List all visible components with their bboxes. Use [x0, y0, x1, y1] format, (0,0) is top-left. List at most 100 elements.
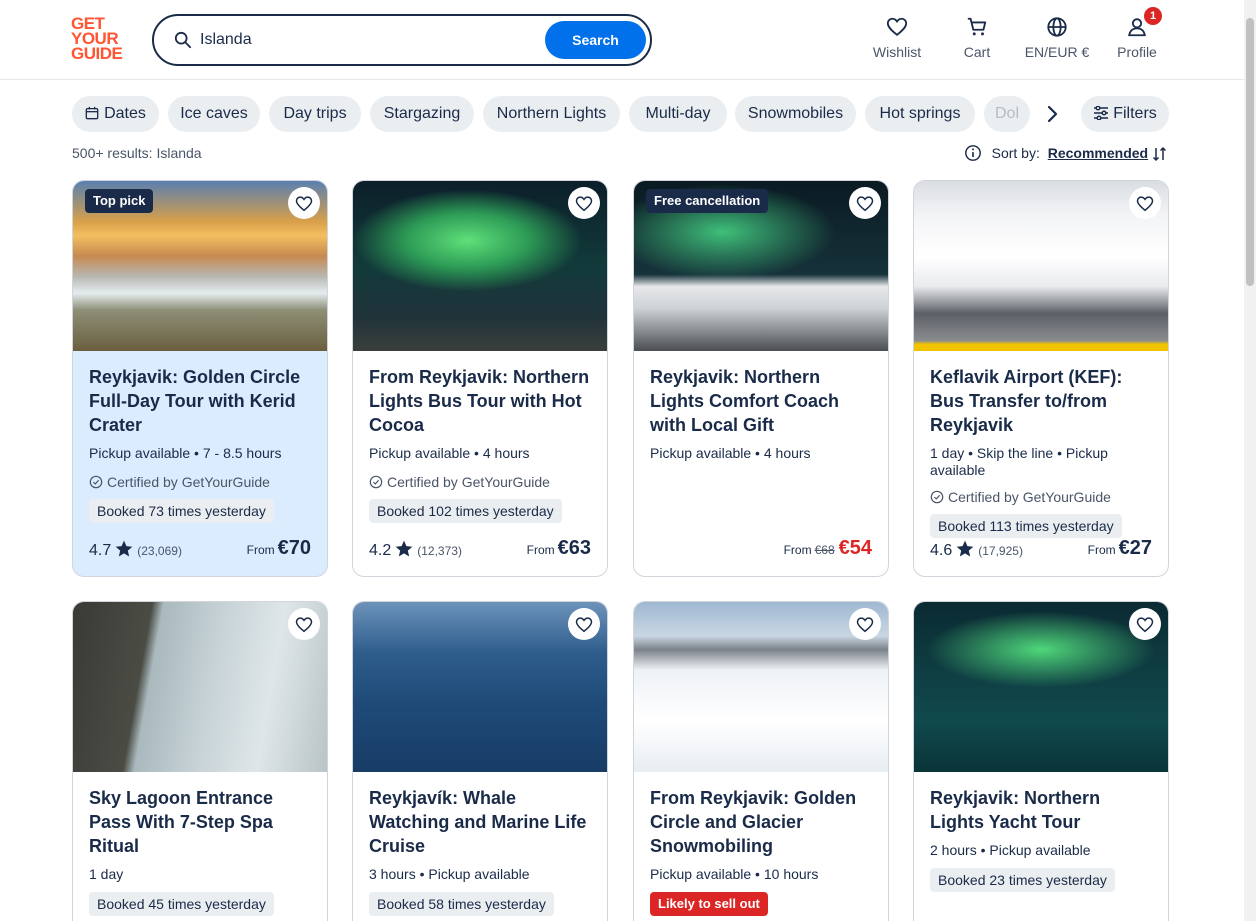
chevron-right-icon[interactable]	[1040, 102, 1064, 126]
heart-icon	[1136, 617, 1154, 633]
profile-link[interactable]: Profile 1	[1115, 7, 1162, 64]
logo-line-3: GUIDE	[71, 44, 123, 63]
wishlist-button[interactable]	[288, 608, 320, 640]
cart-label: Cart	[963, 44, 991, 60]
price-from-label: From	[1087, 543, 1116, 557]
activity-title[interactable]: Reykjavík: Whale Watching and Marine Lif…	[369, 786, 591, 858]
chip-day-trips[interactable]: Day trips	[269, 96, 361, 132]
review-count: (23,069)	[137, 544, 182, 558]
activity-image	[914, 181, 1168, 351]
certified-label: Certified by GetYourGuide	[948, 489, 1111, 505]
price-amount: €27	[1118, 537, 1152, 559]
wishlist-button[interactable]	[1129, 608, 1161, 640]
activity-title[interactable]: Reykjavik: Northern Lights Comfort Coach…	[650, 365, 872, 437]
price: From €63	[527, 537, 591, 560]
cart-link[interactable]: Cart	[957, 16, 997, 64]
certified-label: Certified by GetYourGuide	[387, 474, 550, 490]
search-button[interactable]: Search	[545, 21, 646, 59]
activity-title[interactable]: Keflavik Airport (KEF): Bus Transfer to/…	[930, 365, 1152, 437]
wishlist-button[interactable]	[849, 608, 881, 640]
heart-icon	[295, 196, 313, 212]
price-from-label: From	[783, 543, 812, 557]
search-icon	[174, 31, 192, 49]
check-badge-icon	[369, 475, 383, 489]
activity-image: Top pick	[73, 181, 327, 351]
chip-truncated[interactable]: Dol	[984, 96, 1030, 132]
search-input[interactable]	[200, 28, 540, 52]
page-scrollbar[interactable]	[1244, 0, 1256, 921]
price-from-label: From	[526, 543, 555, 557]
chip-label: Dates	[104, 105, 146, 122]
badge-free-cancellation: Free cancellation	[646, 189, 769, 213]
activity-title[interactable]: Reykjavik: Golden Circle Full-Day Tour w…	[89, 365, 311, 437]
sort-value[interactable]: Recommended	[1048, 145, 1148, 161]
wishlist-button[interactable]	[849, 187, 881, 219]
activity-card[interactable]: Top pick Reykjavik: Golden Circle Full-D…	[72, 180, 328, 577]
original-price: €68	[814, 543, 835, 557]
star-icon	[395, 540, 413, 557]
rating: 4.6 (17,925)	[930, 539, 1023, 560]
language-label: EN/EUR €	[1024, 44, 1090, 60]
sort-arrows-icon	[1152, 146, 1167, 162]
calendar-icon	[85, 106, 99, 120]
activity-card[interactable]: From Reykjavik: Golden Circle and Glacie…	[633, 601, 889, 921]
activity-image	[914, 602, 1168, 772]
wishlist-button[interactable]	[1129, 187, 1161, 219]
filters-label: Filters	[1113, 105, 1157, 122]
heart-icon	[886, 17, 908, 36]
star-icon	[956, 540, 974, 557]
chip-snowmobiles[interactable]: Snowmobiles	[735, 96, 856, 132]
likely-to-sell-out-badge: Likely to sell out	[650, 892, 768, 916]
heart-icon	[575, 196, 593, 212]
wishlist-link[interactable]: Wishlist	[871, 16, 923, 64]
review-count: (17,925)	[978, 544, 1023, 558]
activity-title[interactable]: From Reykjavik: Northern Lights Bus Tour…	[369, 365, 591, 437]
rating-value: 4.2	[369, 542, 392, 559]
globe-icon	[1047, 17, 1067, 37]
heart-icon	[295, 617, 313, 633]
info-icon[interactable]	[964, 144, 982, 162]
activity-card[interactable]: Keflavik Airport (KEF): Bus Transfer to/…	[913, 180, 1169, 577]
price-from-label: From	[246, 543, 275, 557]
badge-top-pick: Top pick	[85, 189, 154, 213]
sort-control[interactable]: Sort by: Recommended	[964, 144, 1168, 162]
star-icon	[115, 540, 133, 557]
wishlist-button[interactable]	[568, 187, 600, 219]
activity-meta: 1 day • Skip the line • Pickup available	[930, 445, 1108, 478]
scrollbar-thumb[interactable]	[1246, 18, 1254, 286]
heart-icon	[575, 617, 593, 633]
chip-dates[interactable]: Dates	[72, 96, 159, 132]
language-currency-selector[interactable]: EN/EUR €	[1022, 16, 1092, 64]
chip-hot-springs[interactable]: Hot springs	[865, 96, 975, 132]
activity-card[interactable]: Sky Lagoon Entrance Pass With 7-Step Spa…	[72, 601, 328, 921]
heart-icon	[856, 617, 874, 633]
activity-image	[353, 181, 607, 351]
chip-stargazing[interactable]: Stargazing	[370, 96, 474, 132]
search-bar: Search	[152, 14, 652, 66]
activity-title[interactable]: Reykjavik: Northern Lights Yacht Tour	[930, 786, 1152, 834]
activity-card[interactable]: From Reykjavik: Northern Lights Bus Tour…	[352, 180, 608, 577]
activity-title[interactable]: Sky Lagoon Entrance Pass With 7-Step Spa…	[89, 786, 311, 858]
rating-value: 4.7	[89, 542, 112, 559]
heart-icon	[856, 196, 874, 212]
chip-northern-lights[interactable]: Northern Lights	[483, 96, 620, 132]
filters-button[interactable]: Filters	[1081, 96, 1169, 132]
price: From €70	[247, 537, 311, 560]
getyourguide-logo[interactable]: GET YOUR GUIDE	[71, 15, 131, 64]
review-count: (12,373)	[417, 544, 462, 558]
activity-image	[73, 602, 327, 772]
chip-ice-caves[interactable]: Ice caves	[168, 96, 260, 132]
wishlist-button[interactable]	[568, 608, 600, 640]
chip-multi-day[interactable]: Multi-day	[629, 96, 727, 132]
activity-card[interactable]: Free cancellation Reykjavik: Northern Li…	[633, 180, 889, 577]
certified-badge: Certified by GetYourGuide	[89, 474, 311, 490]
activity-meta: 1 day	[89, 866, 124, 882]
wishlist-button[interactable]	[288, 187, 320, 219]
activity-card[interactable]: Reykjavik: Northern Lights Yacht Tour 2 …	[913, 601, 1169, 921]
certified-badge: Certified by GetYourGuide	[930, 489, 1152, 505]
notification-badge: 1	[1144, 7, 1162, 25]
activity-title[interactable]: From Reykjavik: Golden Circle and Glacie…	[650, 786, 872, 858]
activity-card[interactable]: Reykjavík: Whale Watching and Marine Lif…	[352, 601, 608, 921]
heart-icon	[1136, 196, 1154, 212]
check-badge-icon	[89, 475, 103, 489]
